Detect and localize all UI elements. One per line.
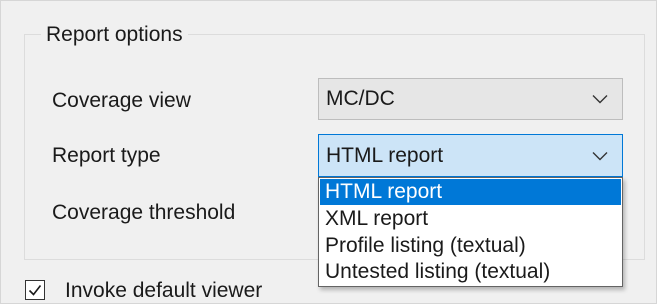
coverage-view-value: MC/DC [326,87,395,110]
dropdown-option-html-report[interactable]: HTML report [320,179,621,205]
report-options-panel: Report options Coverage view MC/DC Repor… [0,0,657,304]
report-type-dropdown-list: HTML report XML report Profile listing (… [318,177,623,287]
chevron-down-icon [592,151,608,160]
report-type-value: HTML report [326,143,444,167]
report-type-combobox[interactable]: HTML report [318,134,623,177]
dropdown-option-xml-report[interactable]: XML report [320,206,621,232]
chevron-down-icon [592,95,608,104]
invoke-viewer-label[interactable]: Invoke default viewer [65,278,262,304]
coverage-view-label: Coverage view [52,89,191,112]
coverage-view-combobox[interactable]: MC/DC [318,78,623,120]
dropdown-option-untested-listing[interactable]: Untested listing (textual) [320,259,621,285]
invoke-viewer-checkbox[interactable] [25,280,45,300]
checkmark-icon [28,285,42,296]
dropdown-option-profile-listing[interactable]: Profile listing (textual) [320,233,621,259]
coverage-threshold-label: Coverage threshold [52,201,236,224]
group-title: Report options [41,22,188,48]
report-type-label: Report type [52,144,161,167]
